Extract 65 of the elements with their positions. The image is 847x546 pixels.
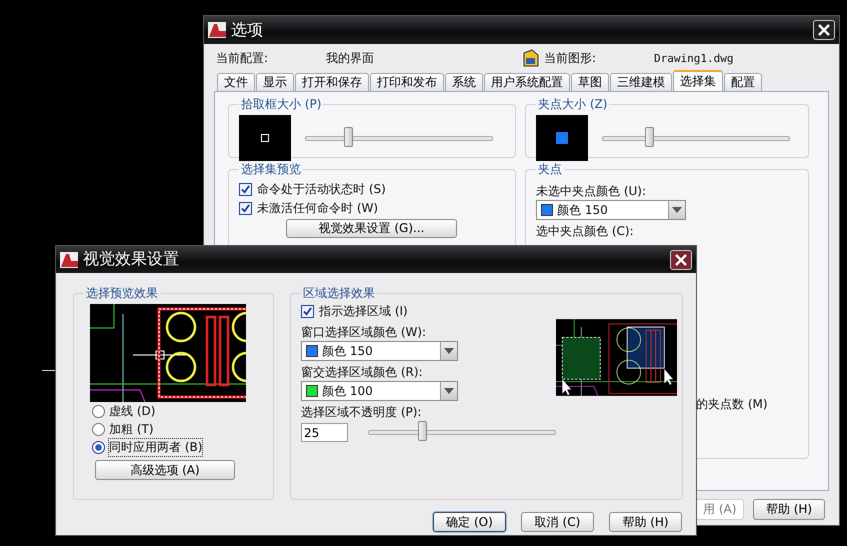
tab[interactable]: 选择集 — [673, 70, 723, 91]
help-button[interactable]: 帮助 (H) — [609, 512, 682, 532]
dropdown-value: 颜色 150 — [322, 342, 374, 360]
ok-button[interactable]: 确定 (O) — [433, 512, 506, 532]
app-icon — [208, 22, 226, 38]
drawing-file-icon — [522, 49, 540, 67]
field-label: 选择区域不透明度 (P): — [301, 404, 422, 421]
tab[interactable]: 打印和发布 — [370, 73, 444, 91]
tab[interactable]: 打开和保存 — [295, 73, 369, 91]
checkbox[interactable] — [301, 305, 314, 318]
slider-thumb[interactable] — [344, 126, 354, 146]
group-title: 夹点 — [537, 161, 563, 178]
app-icon — [60, 252, 78, 268]
help-button[interactable]: 帮助 (H) — [753, 499, 825, 520]
pickbox-preview — [239, 115, 291, 161]
group-title: 选择集预览 — [240, 161, 302, 178]
tab[interactable]: 草图 — [571, 73, 609, 91]
radio-button[interactable] — [92, 440, 105, 454]
radio-label: 同时应用两者 (B) — [109, 438, 202, 456]
field-label: 选中夹点颜色 (C): — [536, 223, 635, 240]
slider-thumb[interactable] — [644, 126, 654, 146]
tab[interactable]: 三维建模 — [610, 73, 672, 91]
checkbox-label: 指示选择区域 (I) — [319, 303, 408, 320]
profile-value: 我的界面 — [326, 50, 375, 66]
radio-button[interactable] — [92, 422, 105, 436]
tab[interactable]: 用户系统配置 — [484, 73, 570, 91]
advanced-options-button[interactable]: 高级选项 (A) — [95, 460, 235, 480]
close-icon — [675, 254, 687, 266]
checkbox[interactable] — [239, 183, 252, 196]
radio-label: 加粗 (T) — [109, 420, 154, 438]
group-title: 夹点大小 (Z) — [537, 96, 608, 113]
close-button[interactable] — [670, 250, 692, 270]
radio-button[interactable] — [92, 404, 105, 418]
checkbox-label: 命令处于活动状态时 (S) — [257, 181, 386, 198]
color-dropdown[interactable]: 颜色 150 — [301, 341, 458, 361]
field-label: 未选中夹点颜色 (U): — [536, 183, 648, 200]
field-label: 窗口选择区域颜色 (W): — [301, 324, 428, 341]
drawing-name: Drawing1.dwg — [654, 52, 734, 64]
drawing-label: 当前图形: — [544, 50, 598, 66]
tab[interactable]: 系统 — [445, 73, 483, 91]
opacity-input[interactable]: 25 — [301, 423, 348, 442]
field-label: 窗交选择区域颜色 (R): — [301, 364, 424, 381]
visual-effects-button[interactable]: 视觉效果设置 (G)... — [286, 219, 457, 238]
tab[interactable]: 显示 — [256, 73, 294, 91]
window-title: 视觉效果设置 — [83, 249, 180, 270]
color-dropdown[interactable]: 颜色 100 — [301, 381, 458, 401]
grip-preview — [536, 115, 588, 161]
profile-label: 当前配置: — [216, 50, 270, 66]
tab[interactable]: 配置 — [724, 73, 762, 91]
close-button[interactable] — [813, 20, 835, 40]
dropdown-value: 颜色 100 — [322, 382, 374, 400]
group-title: 选择预览效果 — [85, 285, 159, 302]
radio-label: 虚线 (D) — [109, 402, 156, 420]
checkbox-label: 未激活任何命令时 (W) — [257, 200, 378, 217]
group-title: 区域选择效果 — [302, 285, 376, 302]
cancel-button[interactable]: 取消 (C) — [521, 512, 594, 532]
window-title: 选项 — [231, 20, 264, 40]
tab[interactable]: 文件 — [217, 73, 255, 91]
field-label: 的夹点数 (M) — [696, 396, 769, 413]
close-icon — [818, 24, 830, 36]
group-title: 拾取框大小 (P) — [240, 96, 322, 113]
color-dropdown[interactable]: 颜色 150 — [536, 200, 686, 220]
slider-thumb[interactable] — [418, 421, 428, 441]
checkbox[interactable] — [239, 202, 252, 215]
dropdown-value: 颜色 150 — [557, 202, 609, 218]
